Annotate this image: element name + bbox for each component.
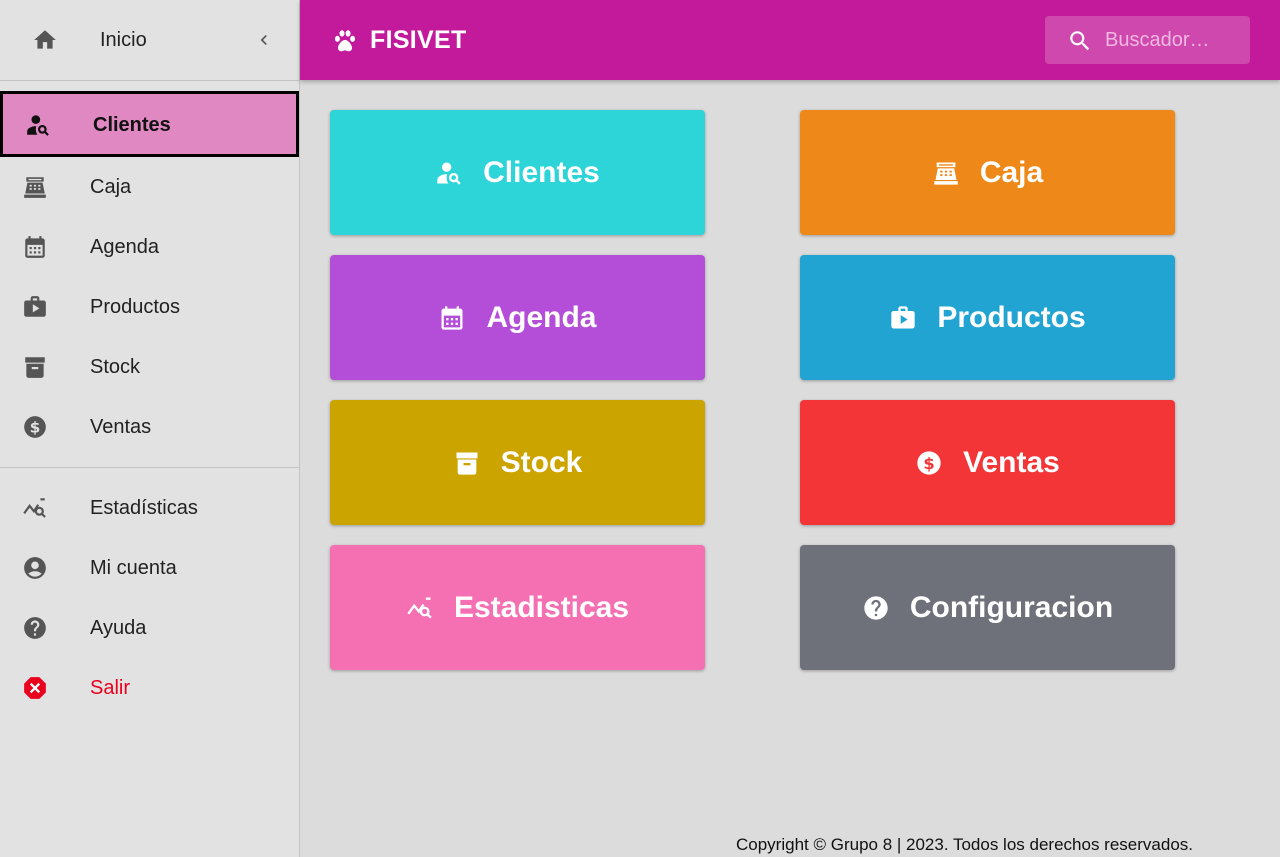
tile-label: Productos bbox=[937, 300, 1086, 334]
sidebar-item-clientes[interactable]: Clientes bbox=[0, 91, 299, 157]
sidebar: Inicio Clientes Caja Agenda Productos St… bbox=[0, 0, 300, 857]
chevron-left-icon[interactable] bbox=[254, 30, 274, 50]
sidebar-header-label: Inicio bbox=[100, 29, 147, 51]
tile-label: Configuracion bbox=[909, 590, 1114, 624]
chart-search-icon bbox=[407, 597, 432, 619]
archive-box-icon bbox=[25, 357, 45, 378]
tile-clientes[interactable]: Clientes bbox=[330, 110, 705, 235]
briefcase-play-icon bbox=[891, 305, 915, 328]
sidebar-item-label: Ventas bbox=[90, 416, 152, 438]
tile-ventas[interactable]: $ Ventas bbox=[800, 400, 1175, 525]
sidebar-item-productos[interactable]: Productos bbox=[0, 277, 300, 337]
footer-copyright: Copyright © Grupo 8 | 2023. Todos los de… bbox=[736, 835, 1193, 854]
briefcase-play-icon bbox=[24, 296, 46, 317]
tile-stock[interactable]: Stock bbox=[330, 400, 705, 525]
sidebar-item-label: Estadísticas bbox=[90, 497, 198, 519]
sidebar-item-mi-cuenta[interactable]: Mi cuenta bbox=[0, 538, 300, 598]
top-bar: FISIVET bbox=[300, 0, 1280, 80]
cash-register-icon bbox=[24, 177, 46, 198]
home-icon bbox=[34, 30, 56, 49]
svg-text:$: $ bbox=[923, 453, 934, 472]
tile-label: Stock bbox=[500, 445, 583, 479]
help-circle-icon bbox=[24, 617, 46, 639]
sidebar-item-estadisticas[interactable]: Estadísticas bbox=[0, 478, 300, 538]
tile-estadisticas[interactable]: Estadisticas bbox=[330, 545, 705, 670]
person-search-icon bbox=[27, 115, 49, 136]
cash-register-icon bbox=[934, 162, 958, 185]
sidebar-item-label: Caja bbox=[90, 176, 132, 198]
sidebar-item-ventas[interactable]: $ Ventas bbox=[0, 397, 300, 457]
chart-search-icon bbox=[23, 498, 46, 518]
tile-productos[interactable]: Productos bbox=[800, 255, 1175, 380]
account-circle-icon bbox=[24, 557, 46, 579]
tile-label: Estadisticas bbox=[453, 590, 630, 624]
tile-label: Agenda bbox=[486, 300, 597, 334]
sidebar-item-label: Salir bbox=[90, 677, 131, 699]
tile-caja[interactable]: Caja bbox=[800, 110, 1175, 235]
search-box[interactable] bbox=[1045, 16, 1250, 64]
dollar-coin-icon: $ bbox=[917, 450, 941, 475]
svg-text:$: $ bbox=[30, 418, 41, 436]
sidebar-header[interactable]: Inicio bbox=[0, 0, 299, 81]
tile-label: Ventas bbox=[963, 445, 1060, 479]
paw-icon bbox=[334, 30, 356, 52]
sidebar-item-agenda[interactable]: Agenda bbox=[0, 217, 300, 277]
person-search-icon bbox=[437, 162, 461, 185]
sidebar-item-label: Agenda bbox=[90, 236, 159, 258]
tile-agenda[interactable]: Agenda bbox=[330, 255, 705, 380]
calendar-icon bbox=[441, 305, 463, 330]
tile-configuracion[interactable]: Configuracion bbox=[800, 545, 1175, 670]
search-icon bbox=[1070, 31, 1090, 51]
sidebar-item-label: Productos bbox=[90, 296, 181, 318]
calendar-icon bbox=[25, 236, 45, 258]
archive-box-icon bbox=[456, 452, 478, 475]
sidebar-item-caja[interactable]: Caja bbox=[0, 157, 300, 217]
tile-label: Clientes bbox=[483, 155, 600, 189]
help-circle-icon bbox=[864, 595, 888, 620]
close-circle-icon bbox=[24, 677, 46, 699]
search-input[interactable] bbox=[1105, 26, 1243, 54]
sidebar-item-stock[interactable]: Stock bbox=[0, 337, 300, 397]
sidebar-item-ayuda[interactable]: Ayuda bbox=[0, 598, 300, 658]
sidebar-item-label: Clientes bbox=[93, 114, 171, 136]
dollar-coin-icon: $ bbox=[24, 416, 46, 438]
sidebar-item-salir[interactable]: Salir bbox=[0, 658, 300, 718]
sidebar-item-label: Ayuda bbox=[90, 617, 147, 639]
sidebar-item-label: Mi cuenta bbox=[90, 557, 177, 579]
sidebar-item-label: Stock bbox=[90, 356, 141, 378]
tile-label: Caja bbox=[979, 155, 1044, 189]
app-title: FISIVET bbox=[370, 26, 467, 54]
sidebar-divider bbox=[0, 467, 300, 468]
